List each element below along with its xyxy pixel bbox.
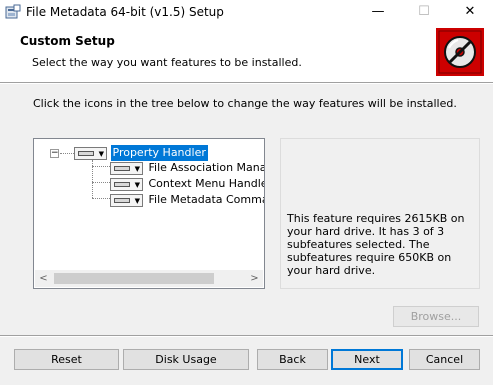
page-title: Custom Setup bbox=[20, 34, 115, 48]
feature-state-dropdown[interactable]: ▼ bbox=[110, 177, 143, 191]
installer-icon bbox=[5, 4, 21, 19]
feature-description: This feature requires 2615KB on your har… bbox=[287, 212, 465, 277]
tree-connector bbox=[60, 153, 74, 154]
tree-connector bbox=[92, 182, 110, 183]
tree-collapse-toggle[interactable]: − bbox=[50, 149, 59, 158]
scroll-left-button[interactable]: < bbox=[35, 270, 52, 287]
header-banner: Custom Setup Select the way you want fea… bbox=[0, 24, 493, 82]
tree-item-context-menu-handler[interactable]: ▼ Context Menu Handler bbox=[110, 176, 265, 192]
window-title: File Metadata 64-bit (v1.5) Setup bbox=[26, 5, 224, 19]
title-bar: File Metadata 64-bit (v1.5) Setup — ☐ ✕ bbox=[0, 0, 493, 24]
reset-button[interactable]: Reset bbox=[14, 349, 119, 370]
tree-item-label[interactable]: Context Menu Handler bbox=[147, 176, 265, 192]
scrollbar-thumb[interactable] bbox=[54, 273, 214, 284]
header-divider-highlight bbox=[0, 83, 493, 84]
horizontal-scrollbar[interactable]: < > bbox=[35, 270, 263, 287]
tree-connector bbox=[92, 166, 110, 167]
tree-connector bbox=[92, 198, 110, 199]
scroll-right-button[interactable]: > bbox=[246, 270, 263, 287]
minimize-button[interactable]: — bbox=[355, 0, 401, 24]
tree-item-file-metadata-command[interactable]: ▼ File Metadata Command bbox=[110, 192, 265, 208]
hard-drive-icon bbox=[114, 165, 130, 171]
hard-drive-icon bbox=[78, 150, 94, 156]
feature-state-dropdown[interactable]: ▼ bbox=[110, 193, 143, 207]
feature-state-dropdown[interactable]: ▼ bbox=[110, 161, 143, 175]
footer-divider-highlight bbox=[0, 336, 493, 337]
feature-state-dropdown[interactable]: ▼ bbox=[74, 146, 107, 160]
feature-tree[interactable]: − ▼ Property Handler ▼ File Association … bbox=[33, 138, 265, 289]
tree-item-property-handler[interactable]: ▼ Property Handler bbox=[74, 145, 208, 161]
tree-item-label[interactable]: File Metadata Command bbox=[147, 192, 265, 208]
tree-item-label[interactable]: Property Handler bbox=[110, 145, 208, 161]
cancel-button[interactable]: Cancel bbox=[409, 349, 480, 370]
hard-drive-icon bbox=[114, 197, 130, 203]
disc-prohibited-icon bbox=[436, 28, 484, 76]
dropdown-arrow-icon: ▼ bbox=[134, 196, 140, 205]
hard-drive-icon bbox=[114, 181, 130, 187]
tree-item-label[interactable]: File Association Manager bbox=[147, 160, 265, 176]
back-button[interactable]: Back bbox=[257, 349, 328, 370]
close-button[interactable]: ✕ bbox=[447, 0, 493, 24]
browse-button: Browse... bbox=[393, 306, 479, 327]
disk-usage-button[interactable]: Disk Usage bbox=[123, 349, 249, 370]
maximize-button: ☐ bbox=[418, 4, 430, 19]
feature-description-panel: This feature requires 2615KB on your har… bbox=[280, 138, 480, 289]
dropdown-arrow-icon: ▼ bbox=[134, 180, 140, 189]
instruction-text: Click the icons in the tree below to cha… bbox=[33, 97, 457, 110]
page-subtitle: Select the way you want features to be i… bbox=[32, 56, 302, 69]
dropdown-arrow-icon: ▼ bbox=[134, 164, 140, 173]
dropdown-arrow-icon: ▼ bbox=[98, 149, 104, 158]
next-button[interactable]: Next bbox=[331, 349, 403, 370]
tree-item-file-association-manager[interactable]: ▼ File Association Manager bbox=[110, 160, 265, 176]
